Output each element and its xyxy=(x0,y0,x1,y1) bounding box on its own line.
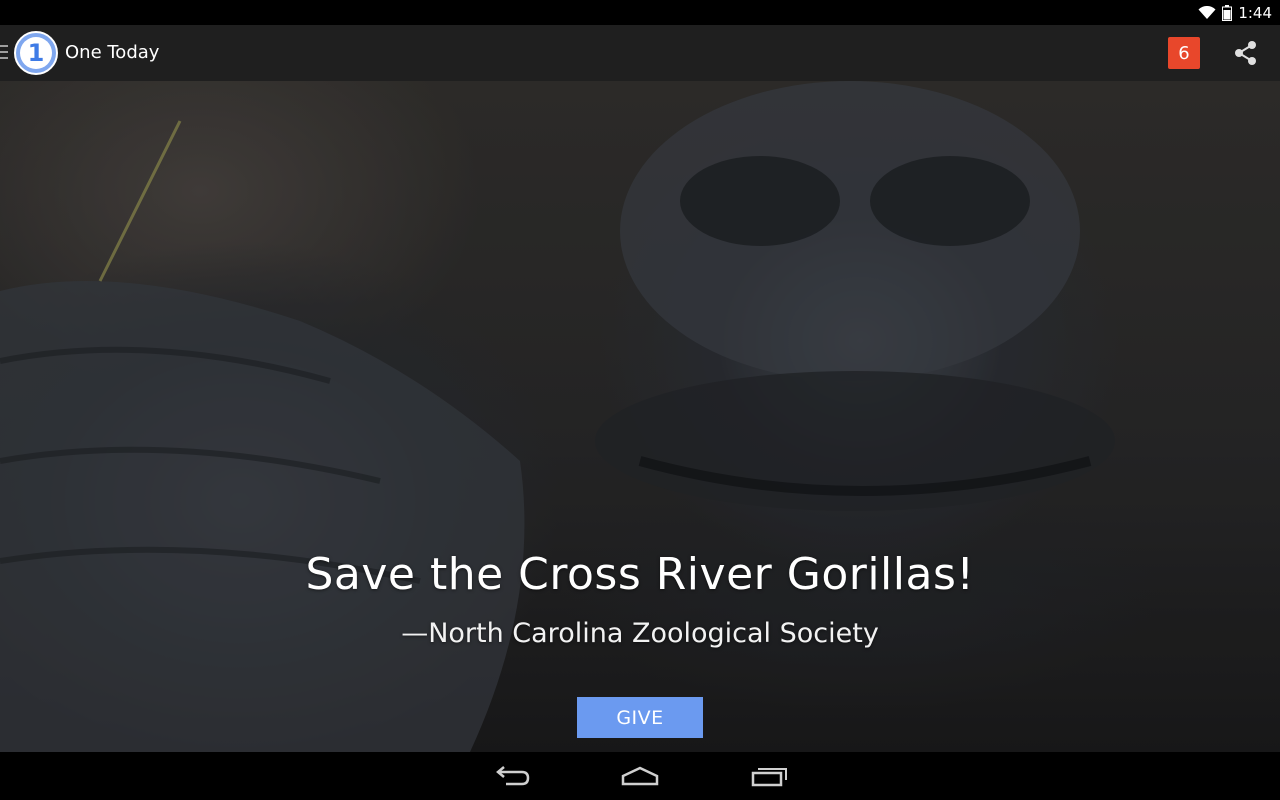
hero-section: Save the Cross River Gorillas! —North Ca… xyxy=(0,81,1280,752)
organization-name: —North Carolina Zoological Society xyxy=(401,618,879,649)
wifi-icon xyxy=(1198,6,1216,19)
battery-icon xyxy=(1222,5,1233,21)
recent-apps-icon xyxy=(751,768,787,787)
action-bar: 1 One Today 6 xyxy=(0,25,1280,81)
navigation-bar xyxy=(0,752,1280,800)
home-button[interactable] xyxy=(620,762,660,790)
status-bar: 1:44 xyxy=(0,0,1280,25)
share-button[interactable] xyxy=(1230,38,1262,68)
gorilla-photo xyxy=(0,81,1280,752)
status-time: 1:44 xyxy=(1238,4,1272,22)
drawer-menu-icon[interactable] xyxy=(0,45,10,61)
share-icon xyxy=(1235,41,1256,65)
back-icon xyxy=(496,766,530,786)
recent-apps-button[interactable] xyxy=(750,762,790,790)
cause-headline: Save the Cross River Gorillas! xyxy=(305,549,975,600)
home-icon xyxy=(621,766,659,786)
app-logo-icon[interactable]: 1 xyxy=(14,31,58,75)
app-logo-glyph: 1 xyxy=(20,37,52,69)
app-title[interactable]: One Today xyxy=(65,42,159,63)
back-button[interactable] xyxy=(492,762,532,790)
give-button[interactable]: GIVE xyxy=(577,697,703,738)
status-icons: 1:44 xyxy=(1198,3,1272,23)
notification-count-badge[interactable]: 6 xyxy=(1168,37,1200,69)
